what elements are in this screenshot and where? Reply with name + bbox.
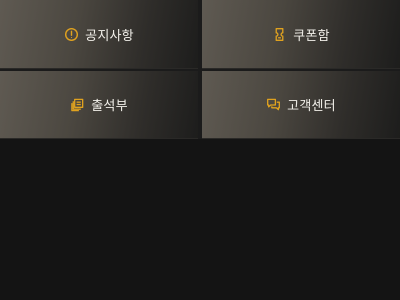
attendance-tile[interactable]: 출석부 [0, 71, 198, 139]
coupon-tile[interactable]: 쿠폰함 [202, 0, 400, 69]
customer-center-tile[interactable]: 고객센터 [202, 71, 400, 139]
coupon-icon [272, 27, 287, 42]
chat-bubbles-icon [266, 97, 281, 112]
menu-grid: 공지사항 쿠폰함 출석부 고객센터 [0, 0, 400, 139]
customer-center-label: 고객센터 [287, 99, 336, 114]
attendance-label: 출석부 [91, 99, 128, 114]
coupon-label: 쿠폰함 [293, 28, 330, 44]
notice-label: 공지사항 [85, 28, 134, 44]
notice-tile[interactable]: 공지사항 [0, 0, 198, 69]
alert-circle-icon [64, 27, 79, 42]
attendance-book-icon [70, 97, 85, 112]
screen: 공지사항 쿠폰함 출석부 고객센터 [0, 0, 400, 300]
